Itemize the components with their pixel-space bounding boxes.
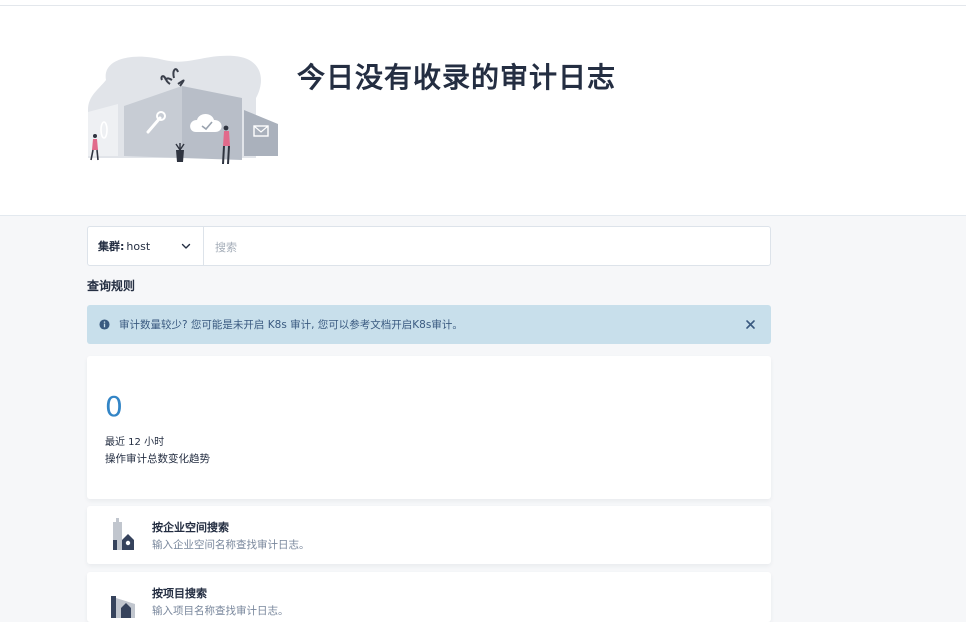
search-by-project-entry[interactable]: 按项目搜索 输入项目名称查找审计日志。: [87, 572, 771, 622]
empty-audit-illustration: [88, 55, 278, 165]
audit-tip-alert: 审计数量较少? 您可能是未开启 K8s 审计, 您可以参考文档开启K8s审计。: [87, 305, 771, 344]
entry-description: 输入项目名称查找审计日志。: [152, 605, 289, 617]
entry-description: 输入企业空间名称查找审计日志。: [152, 539, 310, 551]
query-rules-heading: 查询规则: [87, 279, 136, 293]
chevron-down-icon: [181, 243, 191, 249]
entry-title: 按项目搜索: [152, 587, 207, 600]
cluster-value: host: [126, 239, 151, 253]
search-input[interactable]: [205, 227, 777, 267]
cluster-select[interactable]: 集群: host: [88, 227, 204, 265]
empty-state-title: 今日没有收录的审计日志: [297, 61, 617, 94]
empty-state-banner: 今日没有收录的审计日志: [0, 6, 966, 216]
close-icon[interactable]: [744, 318, 757, 331]
search-by-workspace-entry[interactable]: 按企业空间搜索 输入企业空间名称查找审计日志。: [87, 506, 771, 564]
stats-period: 最近 12 小时: [105, 437, 165, 448]
workspace-icon: [113, 518, 134, 550]
info-icon: [99, 319, 110, 330]
project-icon: [111, 596, 135, 618]
cluster-label: 集群:: [98, 240, 125, 253]
entry-title: 按企业空间搜索: [152, 521, 229, 534]
audit-stats-card: 0 最近 12 小时 操作审计总数变化趋势: [87, 356, 771, 499]
audit-count: 0: [105, 390, 123, 423]
stats-description: 操作审计总数变化趋势: [105, 453, 210, 465]
audit-search-bar: 集群: host: [87, 226, 777, 267]
alert-message: 审计数量较少? 您可能是未开启 K8s 审计, 您可以参考文档开启K8s审计。: [119, 319, 463, 331]
